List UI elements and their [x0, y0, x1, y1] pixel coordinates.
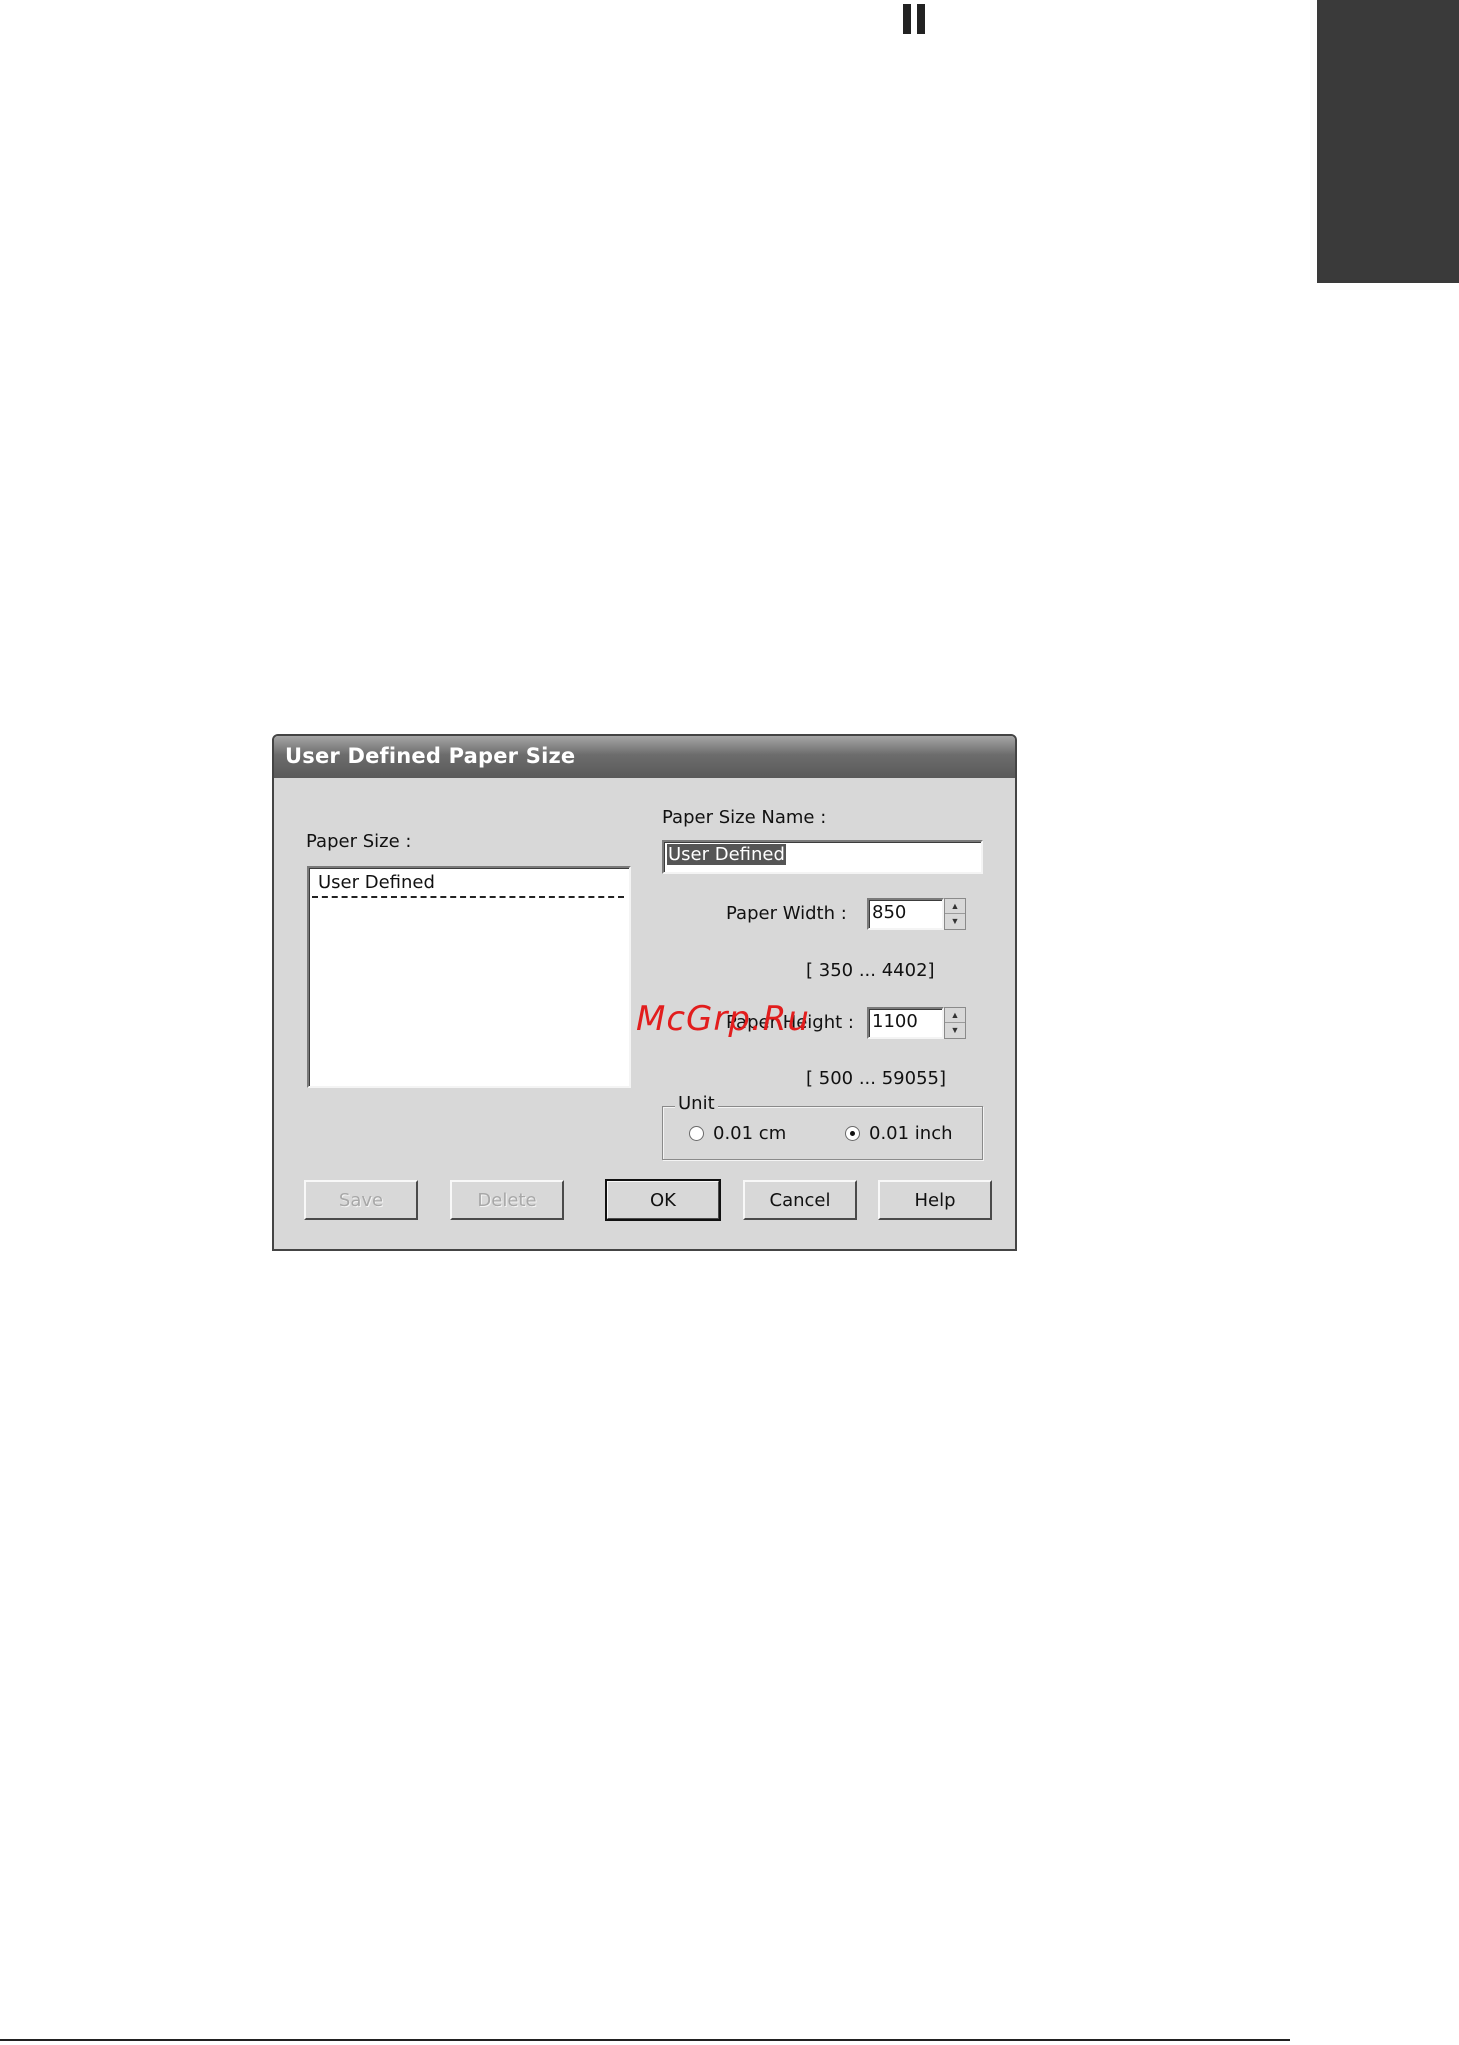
user-defined-paper-size-dialog: User Defined Paper Size Paper Size : Use…: [272, 734, 1017, 1251]
help-button[interactable]: Help: [878, 1180, 992, 1220]
paper-size-label: Paper Size :: [306, 831, 412, 852]
unit-group-label: Unit: [675, 1093, 718, 1114]
paper-width-spinner[interactable]: ▲ ▼: [944, 898, 966, 930]
paper-size-name-value: User Defined: [667, 844, 786, 865]
unit-cm-label: 0.01 cm: [713, 1123, 787, 1144]
list-item[interactable]: User Defined: [312, 871, 624, 898]
watermark: McGrp.Ru: [636, 999, 810, 1039]
save-button[interactable]: Save: [304, 1180, 418, 1220]
unit-inch-label: 0.01 inch: [869, 1123, 953, 1144]
dialog-title: User Defined Paper Size: [285, 744, 576, 768]
dialog-titlebar[interactable]: User Defined Paper Size: [274, 736, 1015, 778]
section-pause-icon: [903, 4, 925, 34]
paper-size-listbox[interactable]: User Defined: [307, 866, 631, 1088]
spin-up-icon[interactable]: ▲: [945, 899, 965, 914]
unit-inch-radio[interactable]: 0.01 inch: [845, 1123, 953, 1144]
paper-width-range: [ 350 ... 4402]: [806, 960, 935, 981]
unit-cm-radio[interactable]: 0.01 cm: [689, 1123, 786, 1144]
radio-checked-icon: [845, 1126, 860, 1141]
paper-width-label: Paper Width :: [726, 903, 847, 924]
paper-height-spinner[interactable]: ▲ ▼: [944, 1007, 966, 1039]
ok-button[interactable]: OK: [605, 1179, 721, 1221]
chapter-thumb-tab: [1317, 0, 1459, 283]
paper-size-name-input[interactable]: User Defined: [662, 840, 983, 874]
delete-button[interactable]: Delete: [450, 1180, 564, 1220]
paper-size-name-label: Paper Size Name :: [662, 807, 827, 828]
paper-height-input[interactable]: 1100: [867, 1007, 944, 1039]
footer-rule: [0, 2039, 1290, 2041]
spin-down-icon[interactable]: ▼: [945, 1023, 965, 1038]
spin-down-icon[interactable]: ▼: [945, 914, 965, 929]
paper-width-input[interactable]: 850: [867, 898, 944, 930]
paper-height-range: [ 500 ... 59055]: [806, 1068, 946, 1089]
cancel-button[interactable]: Cancel: [743, 1180, 857, 1220]
radio-unchecked-icon: [689, 1126, 704, 1141]
unit-groupbox: Unit 0.01 cm 0.01 inch: [662, 1093, 983, 1160]
spin-up-icon[interactable]: ▲: [945, 1008, 965, 1023]
